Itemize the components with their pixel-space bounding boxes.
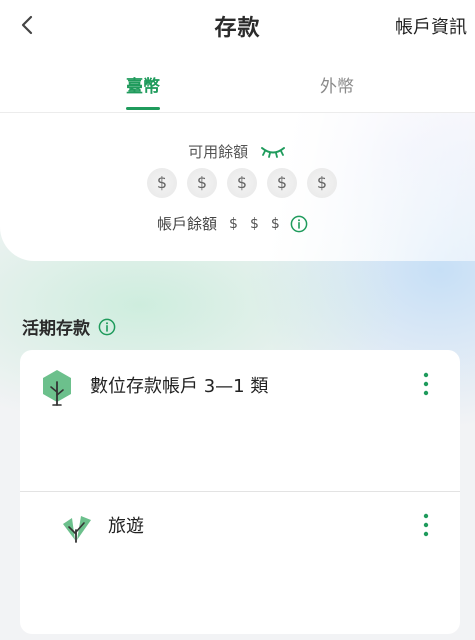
back-button[interactable]: [14, 10, 44, 40]
masked-digit: $: [270, 215, 280, 232]
masked-digit: $: [249, 215, 259, 232]
masked-digit: $: [147, 168, 177, 198]
account-item[interactable]: 數位存款帳戶 3—1 類: [20, 350, 460, 491]
account-balance-row: 帳戶餘額 $ $ $: [157, 213, 308, 234]
masked-digit: $: [187, 168, 217, 198]
chevron-left-icon: [21, 15, 33, 35]
app-header: 存款 帳戶資訊 臺幣 外幣: [0, 0, 475, 113]
account-name: 旅遊: [108, 516, 144, 537]
info-icon: [290, 215, 308, 232]
account-balance-label: 帳戶餘額: [157, 215, 218, 233]
section-info-button[interactable]: [98, 318, 116, 336]
masked-digit: $: [267, 168, 297, 198]
toggle-visibility-button[interactable]: [259, 143, 287, 161]
masked-digit: $: [227, 168, 257, 198]
more-options-button[interactable]: [420, 512, 432, 538]
more-options-button[interactable]: [420, 371, 432, 397]
eye-closed-icon: [260, 147, 285, 158]
more-vertical-icon: [423, 513, 429, 537]
account-item[interactable]: 旅遊: [20, 492, 460, 634]
account-balance-info-button[interactable]: [290, 215, 308, 233]
leaf-sprout-icon: [60, 510, 94, 548]
section-title-label: 活期存款: [22, 319, 90, 339]
account-info-button[interactable]: 帳戶資訊: [395, 13, 467, 39]
more-vertical-icon: [423, 372, 429, 396]
masked-balance: $ $ $ $ $: [147, 168, 347, 198]
account-name: 數位存款帳戶 3—1 類: [90, 376, 269, 397]
tab-twd[interactable]: 臺幣: [126, 72, 160, 97]
section-title: 活期存款: [22, 314, 116, 339]
accounts-card: 數位存款帳戶 3—1 類 旅遊: [20, 350, 460, 634]
info-icon: [98, 318, 116, 335]
masked-digit: $: [229, 215, 238, 232]
tree-hexagon-icon: [40, 368, 74, 410]
available-balance-row: 可用餘額: [0, 141, 475, 162]
available-balance-label: 可用餘額: [188, 143, 249, 161]
masked-digit: $: [307, 168, 337, 198]
tab-foreign-currency[interactable]: 外幣: [320, 72, 354, 97]
active-tab-indicator: [126, 107, 160, 110]
